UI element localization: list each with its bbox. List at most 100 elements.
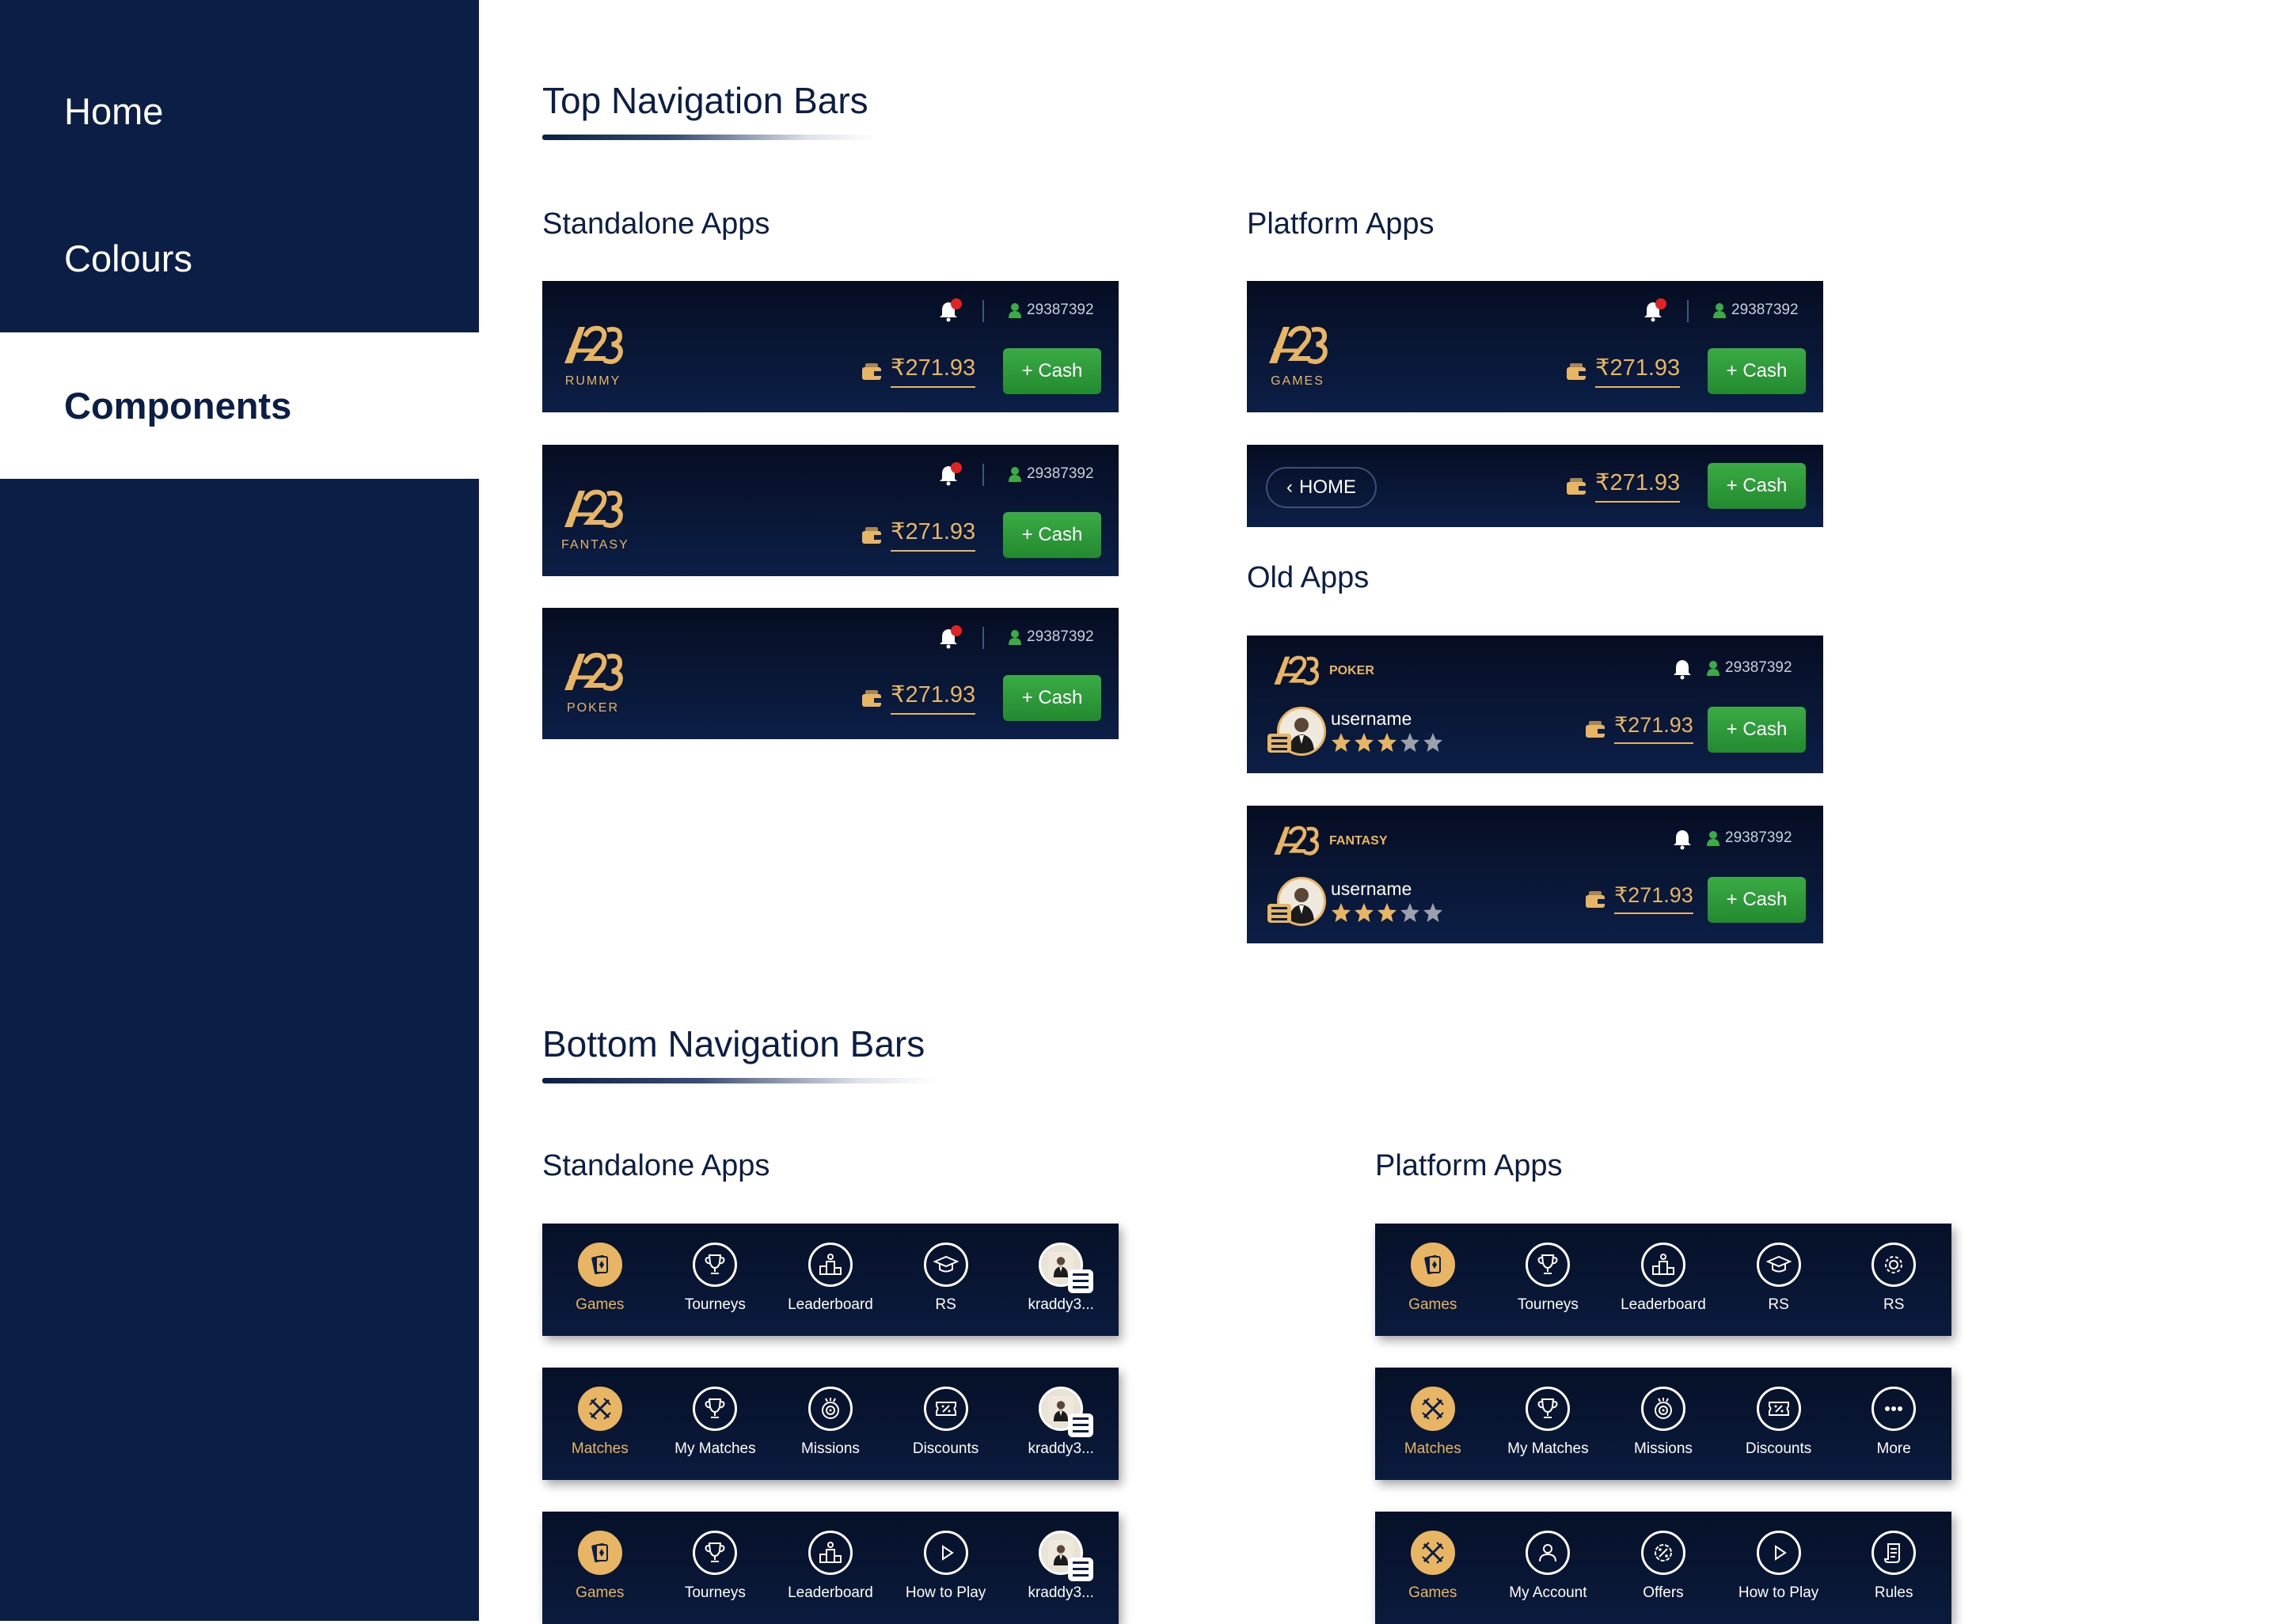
section-title-top-nav: Top Navigation Bars [542, 80, 868, 121]
swords-icon [1410, 1531, 1455, 1575]
notification-bell-icon[interactable] [938, 462, 962, 486]
username: username [1331, 708, 1412, 729]
subsection-title-old: Old Apps [1247, 561, 1370, 594]
tab-more[interactable]: More [1836, 1368, 1951, 1480]
star-icon [1331, 902, 1351, 923]
tab-games[interactable]: Games [1375, 1512, 1491, 1624]
tab-profile[interactable]: kraddy3... [1003, 1224, 1119, 1336]
tab-offers[interactable]: Offers [1606, 1512, 1721, 1624]
add-cash-button[interactable]: + Cash [1708, 463, 1806, 509]
trophy-icon [693, 1531, 738, 1575]
user-id: 29387392 [1008, 628, 1094, 646]
a23-logo-icon: FANTASY [1271, 823, 1387, 859]
sidebar-item-colours[interactable]: Colours [0, 185, 479, 332]
section-title-bottom-nav: Bottom Navigation Bars [542, 1023, 925, 1064]
add-cash-button[interactable]: + Cash [1708, 348, 1806, 394]
sidebar-item-home[interactable]: Home [0, 38, 479, 184]
add-cash-button[interactable]: + Cash [1003, 512, 1101, 558]
tab-discounts[interactable]: Discounts [888, 1368, 1004, 1480]
wallet-balance[interactable]: ₹271.93 [1565, 354, 1681, 388]
tab-discounts[interactable]: Discounts [1721, 1368, 1837, 1480]
topbar-fantasy: FANTASY 29387392 ₹271.93 + Cash [542, 445, 1119, 576]
tab-leaderboard[interactable]: Leaderboard [773, 1224, 888, 1336]
tab-rs-settings[interactable]: RS [1836, 1224, 1951, 1336]
gear-icon [1872, 1243, 1917, 1287]
tab-tourneys[interactable]: Tourneys [658, 1224, 773, 1336]
tab-missions[interactable]: Missions [1606, 1368, 1721, 1480]
add-cash-button[interactable]: + Cash [1003, 348, 1101, 394]
tab-tourneys[interactable]: Tourneys [1491, 1224, 1606, 1336]
trophy-icon [693, 1387, 738, 1431]
tab-tourneys[interactable]: Tourneys [658, 1512, 773, 1624]
podium-icon [808, 1243, 853, 1287]
wallet-icon [1584, 719, 1606, 739]
notification-bell-icon[interactable] [938, 625, 962, 649]
wallet-balance[interactable]: ₹271.93 [1584, 713, 1693, 744]
tab-rs[interactable]: RS [1721, 1224, 1837, 1336]
chevron-left-icon: ‹ [1286, 476, 1293, 498]
trophy-icon [693, 1243, 738, 1287]
tab-games[interactable]: Games [542, 1512, 658, 1624]
tab-leaderboard[interactable]: Leaderboard [1606, 1224, 1721, 1336]
notification-bell-icon[interactable] [938, 298, 962, 322]
tab-missions[interactable]: Missions [773, 1368, 888, 1480]
cards-icon [1410, 1243, 1455, 1287]
tab-how-to-play[interactable]: How to Play [1721, 1512, 1837, 1624]
scroll-icon [1872, 1531, 1917, 1575]
wallet-balance[interactable]: ₹271.93 [1565, 469, 1681, 503]
notification-bell-icon[interactable] [1643, 298, 1666, 322]
section-underline [542, 135, 875, 140]
home-back-button[interactable]: ‹ HOME [1266, 467, 1377, 508]
target-icon [808, 1387, 853, 1431]
tab-how-to-play[interactable]: How to Play [888, 1512, 1004, 1624]
sidebar-item-label: Components [64, 385, 292, 427]
a23-logo-icon: FANTASY [561, 486, 633, 557]
tab-profile[interactable]: kraddy3... [1003, 1368, 1119, 1480]
user-icon [1008, 629, 1022, 645]
topbar-home: ‹ HOME ₹271.93 + Cash [1247, 445, 1823, 527]
user-id: 29387392 [1008, 465, 1094, 483]
account-icon [1526, 1531, 1571, 1575]
add-cash-button[interactable]: + Cash [1708, 877, 1806, 923]
tab-my-matches[interactable]: My Matches [1491, 1368, 1606, 1480]
subsection-title-platform: Platform Apps [1375, 1149, 1563, 1182]
card-badge-icon [1267, 904, 1291, 923]
logo-subtitle: POKER [566, 701, 619, 715]
star-rating [1331, 902, 1443, 923]
star-icon [1423, 732, 1443, 753]
sidebar-item-components[interactable]: Components [0, 332, 479, 479]
notification-bell-icon[interactable] [1672, 828, 1693, 850]
bottom-nav-platform-account: Games My Account Offers How to Play Rule… [1375, 1512, 1951, 1624]
user-icon [1706, 830, 1720, 846]
a23-logo-icon: GAMES [1266, 322, 1337, 393]
tab-my-matches[interactable]: My Matches [658, 1368, 773, 1480]
target-icon [1640, 1387, 1685, 1431]
tab-matches[interactable]: Matches [1375, 1368, 1491, 1480]
tab-games[interactable]: Games [542, 1224, 658, 1336]
tab-rs[interactable]: RS [888, 1224, 1004, 1336]
tab-profile[interactable]: kraddy3... [1003, 1512, 1119, 1624]
topbar-poker: POKER 29387392 ₹271.93 + Cash [542, 608, 1119, 739]
wallet-balance[interactable]: ₹271.93 [861, 354, 976, 388]
podium-icon [1640, 1243, 1685, 1287]
wallet-balance[interactable]: ₹271.93 [861, 681, 976, 715]
notification-bell-icon[interactable] [1672, 658, 1693, 680]
tab-leaderboard[interactable]: Leaderboard [773, 1512, 888, 1624]
add-cash-button[interactable]: + Cash [1708, 707, 1806, 753]
add-cash-button[interactable]: + Cash [1003, 675, 1101, 721]
user-id: 29387392 [1706, 829, 1792, 847]
user-id: 29387392 [1712, 302, 1799, 319]
tab-my-account[interactable]: My Account [1491, 1512, 1606, 1624]
chat-icon [1068, 1413, 1094, 1437]
wallet-balance[interactable]: ₹271.93 [861, 518, 976, 552]
ticket-icon [1756, 1387, 1801, 1431]
cards-icon [577, 1243, 622, 1287]
tab-rules[interactable]: Rules [1836, 1512, 1951, 1624]
star-icon [1377, 902, 1397, 923]
card-badge-icon [1267, 734, 1291, 753]
bottom-nav-platform-matches: Matches My Matches Missions Discounts Mo… [1375, 1368, 1951, 1480]
wallet-balance[interactable]: ₹271.93 [1584, 883, 1693, 914]
tab-games[interactable]: Games [1375, 1224, 1491, 1336]
sidebar-item-label: Home [64, 90, 164, 132]
tab-matches[interactable]: Matches [542, 1368, 658, 1480]
